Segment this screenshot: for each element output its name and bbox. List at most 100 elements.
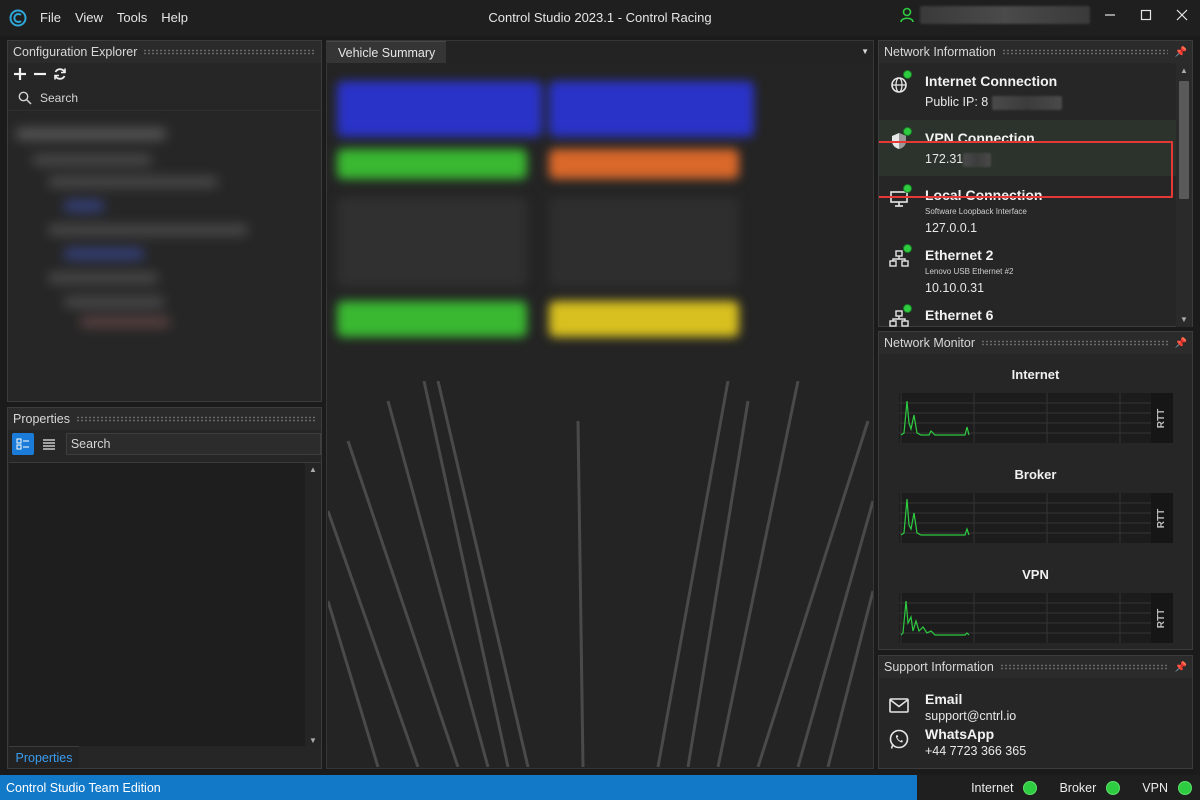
list-item-vpn-connection[interactable]: VPN Connection 172.31 xyxy=(879,120,1176,176)
minimize-button[interactable] xyxy=(1092,0,1128,30)
menu-tools[interactable]: Tools xyxy=(117,10,147,25)
monitor-title-internet: Internet xyxy=(1011,367,1060,382)
network-monitor-panel: Network Monitor 📌 Internet RTT Broker RT… xyxy=(878,331,1193,650)
window-controls xyxy=(1092,0,1200,30)
whatsapp-number[interactable]: +44 7723 366 365 xyxy=(925,744,1026,758)
categorized-icon xyxy=(16,438,29,450)
status-broker[interactable]: Broker xyxy=(1059,780,1121,795)
document-area: Vehicle Summary ▼ xyxy=(326,40,874,769)
refresh-icon[interactable] xyxy=(53,67,67,81)
scroll-thumb[interactable] xyxy=(1179,81,1189,199)
explorer-search[interactable]: Search xyxy=(8,85,321,111)
pin-icon[interactable]: 📌 xyxy=(1174,47,1188,58)
status-dot-icon xyxy=(903,304,912,313)
pin-icon[interactable]: 📌 xyxy=(1174,662,1188,673)
connection-subtitle: Lenovo USB Ethernet #2 xyxy=(925,267,1014,276)
status-dot-icon xyxy=(1178,780,1192,795)
rtt-axis-label: RTT xyxy=(1151,593,1173,643)
monitor-chart-vpn: RTT xyxy=(899,593,1173,643)
maximize-icon xyxy=(1140,9,1152,21)
email-icon xyxy=(889,698,909,713)
properties-tab[interactable]: Properties xyxy=(9,746,79,768)
status-dot-icon xyxy=(903,127,912,136)
status-dot-icon xyxy=(1023,780,1038,795)
drag-grip[interactable] xyxy=(981,340,1168,346)
rtt-axis-label: RTT xyxy=(1151,393,1173,443)
drag-grip[interactable] xyxy=(1001,49,1168,55)
minus-icon[interactable] xyxy=(33,67,47,81)
user-icon xyxy=(900,7,914,23)
rtt-axis-label: RTT xyxy=(1151,493,1173,543)
status-internet[interactable]: Internet xyxy=(971,780,1038,795)
status-bar: Control Studio Team Edition Internet Bro… xyxy=(0,775,1200,800)
user-area[interactable] xyxy=(900,6,1090,24)
menu-file[interactable]: File xyxy=(40,10,61,25)
drag-grip[interactable] xyxy=(143,49,315,55)
search-icon xyxy=(18,91,32,105)
rtt-sparkline xyxy=(899,493,1151,543)
drag-grip[interactable] xyxy=(999,664,1168,670)
ip-visible-part: Public IP: 8 xyxy=(925,95,989,109)
app-logo-icon xyxy=(9,9,27,27)
properties-panel: Properties Search ▲ ▼ Properties xyxy=(7,407,322,769)
connection-title: Ethernet 6 xyxy=(925,307,994,323)
status-label: Internet xyxy=(971,780,1014,795)
connection-value: 10.10.0.31 xyxy=(925,281,985,295)
scroll-down-icon[interactable]: ▼ xyxy=(1180,315,1188,324)
drag-grip[interactable] xyxy=(75,416,315,422)
categorized-view-button[interactable] xyxy=(12,433,34,455)
properties-search-input[interactable]: Search xyxy=(65,433,321,455)
background-decoration xyxy=(328,381,873,767)
plus-icon[interactable] xyxy=(13,67,27,81)
list-item-internet-connection[interactable]: Internet Connection Public IP: 8 xyxy=(879,63,1176,119)
connection-title: Internet Connection xyxy=(925,73,1058,89)
properties-grid[interactable]: ▲ ▼ xyxy=(9,462,321,747)
pin-icon[interactable]: 📌 xyxy=(1174,338,1188,349)
menu-view[interactable]: View xyxy=(75,10,103,25)
list-item-local-connection[interactable]: Local Connection Software Loopback Inter… xyxy=(879,177,1176,235)
connection-title: Ethernet 2 xyxy=(925,247,994,263)
support-information-panel: Support Information 📌 Email support@cntr… xyxy=(878,655,1193,769)
status-label: VPN xyxy=(1142,780,1168,795)
network-list-scrollbar[interactable]: ▲ ▼ xyxy=(1176,63,1192,327)
status-dot-icon xyxy=(1106,780,1121,795)
connection-value: 127.0.0.1 xyxy=(925,221,978,235)
connection-title: Local Connection xyxy=(925,187,1043,203)
network-information-header: Network Information 📌 xyxy=(879,41,1192,63)
network-connection-list: Internet Connection Public IP: 8 VPN Con… xyxy=(879,63,1176,327)
network-monitor-header: Network Monitor 📌 xyxy=(879,332,1192,354)
ip-redacted xyxy=(963,152,992,167)
status-vpn[interactable]: VPN xyxy=(1142,780,1192,795)
monitor-title-broker: Broker xyxy=(1014,467,1057,482)
ip-visible-part: 172.31 xyxy=(925,152,964,166)
email-link[interactable]: support@cntrl.io xyxy=(925,709,1016,723)
vehicle-summary-redacted xyxy=(329,67,869,387)
status-indicators: Internet Broker VPN xyxy=(917,775,1200,800)
list-item-ethernet-2[interactable]: Ethernet 2 Lenovo USB Ethernet #2 10.10.… xyxy=(879,237,1176,295)
panel-title: Properties xyxy=(13,412,70,426)
connection-value: Public IP: 8 xyxy=(925,95,1062,110)
tab-vehicle-summary[interactable]: Vehicle Summary xyxy=(327,41,447,63)
configuration-explorer-header: Configuration Explorer xyxy=(8,41,321,63)
close-button[interactable] xyxy=(1164,0,1200,30)
scroll-up-icon[interactable]: ▲ xyxy=(1180,66,1188,75)
support-information-header: Support Information 📌 xyxy=(879,656,1192,678)
edition-label: Control Studio Team Edition xyxy=(6,781,161,795)
scroll-up-icon[interactable]: ▲ xyxy=(309,465,317,474)
list-item-ethernet-6[interactable]: Ethernet 6 xyxy=(879,297,1176,327)
menu-help[interactable]: Help xyxy=(161,10,188,25)
maximize-button[interactable] xyxy=(1128,0,1164,30)
scroll-down-icon[interactable]: ▼ xyxy=(309,736,317,745)
configuration-tree-redacted xyxy=(8,121,268,351)
rtt-sparkline xyxy=(899,393,1151,443)
connection-value: 172.31 xyxy=(925,152,992,167)
properties-toolbar: Search xyxy=(8,430,321,458)
network-information-panel: Network Information 📌 Internet Connectio… xyxy=(878,40,1193,327)
whatsapp-label: WhatsApp xyxy=(925,726,995,742)
alphabetical-view-button[interactable] xyxy=(38,433,60,455)
tab-dropdown-icon[interactable]: ▼ xyxy=(861,47,869,56)
panel-title: Network Monitor xyxy=(884,336,975,350)
properties-scrollbar[interactable]: ▲ ▼ xyxy=(305,463,321,747)
monitor-chart-internet: RTT xyxy=(899,393,1173,443)
rtt-sparkline xyxy=(899,593,1151,643)
